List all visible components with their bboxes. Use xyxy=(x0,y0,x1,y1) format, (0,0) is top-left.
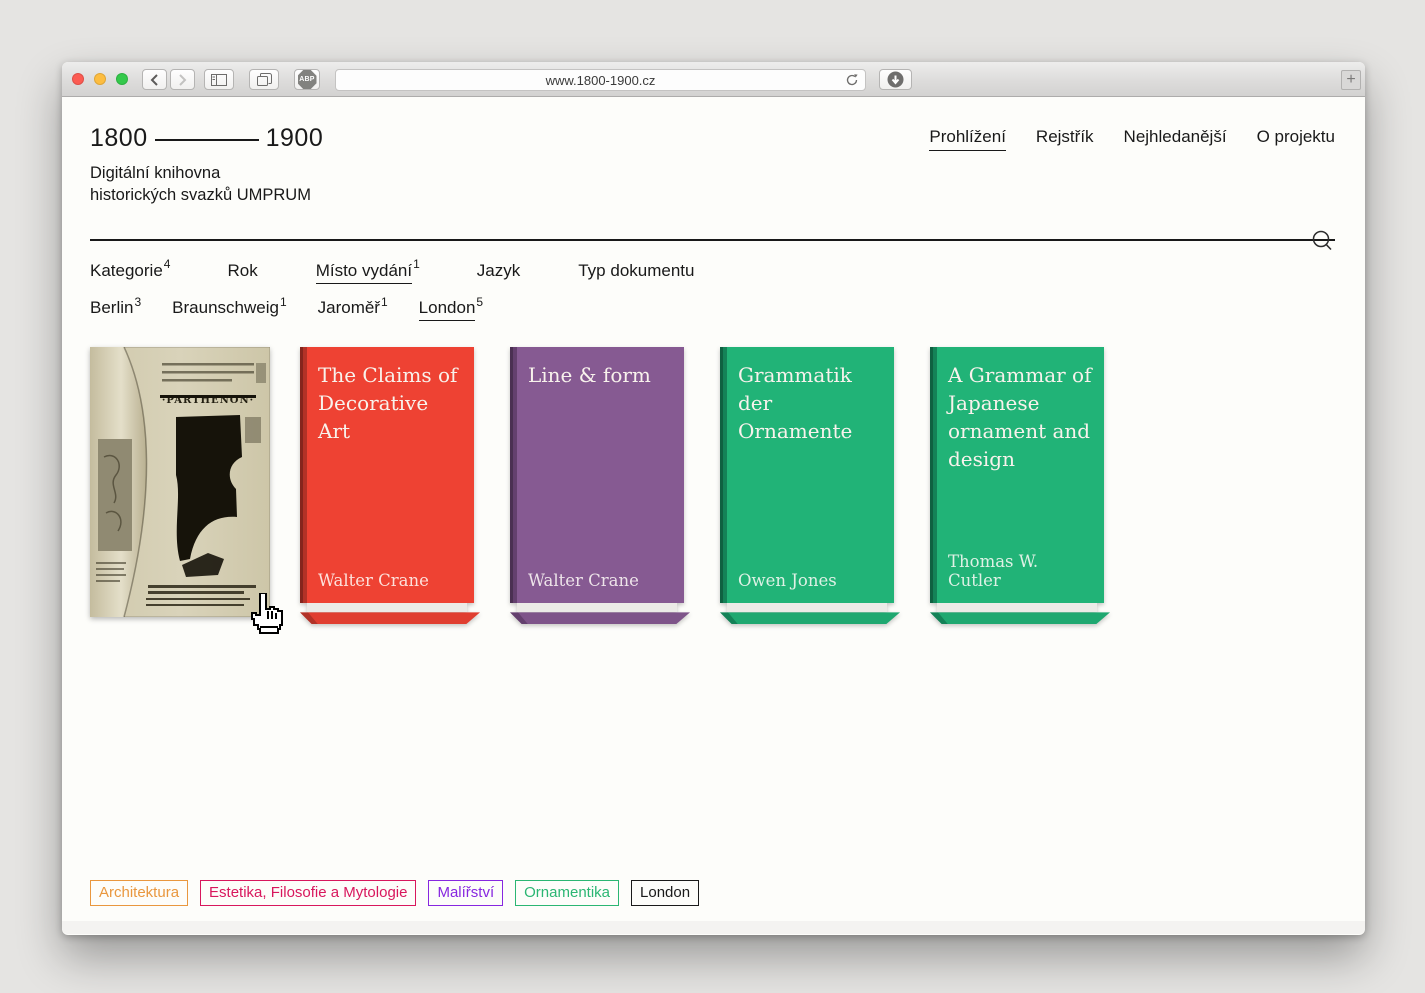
tag-estetika-filosofie-mytologie[interactable]: Estetika, Filosofie a Mytologie xyxy=(200,880,416,906)
sidebar-icon xyxy=(211,74,227,86)
close-window-button[interactable] xyxy=(72,73,84,85)
filter-place-jaromer[interactable]: Jaroměř1 xyxy=(318,296,388,319)
abp-icon: ABP xyxy=(298,70,317,89)
book-title: A Grammar of Japanese ornament and desig… xyxy=(948,361,1092,473)
forward-button[interactable] xyxy=(170,69,195,90)
site-subtitle: Digitální knihovna historických svazků U… xyxy=(90,162,1335,206)
book-pages-edge xyxy=(937,603,1097,612)
filter-bar-primary: Kategorie4 Rok Místo vydání1 Jazyk Typ d… xyxy=(90,258,1335,281)
filter-count: 5 xyxy=(476,295,483,309)
book-author: Walter Crane xyxy=(318,571,464,590)
filter-rok[interactable]: Rok xyxy=(227,258,258,281)
search-button[interactable] xyxy=(1311,229,1335,253)
filter-kategorie[interactable]: Kategorie4 xyxy=(90,258,170,281)
window-footer xyxy=(62,921,1365,934)
filter-bar-secondary: Berlin3 Braunschweig1 Jaroměř1 London5 xyxy=(90,296,1335,319)
book-title: The Claims of Decorative Art xyxy=(318,361,462,445)
book-cover-claims-of-decorative-art[interactable]: The Claims of Decorative Art Walter Cran… xyxy=(300,347,480,624)
tag-ornamentika[interactable]: Ornamentika xyxy=(515,880,619,906)
logo-line xyxy=(155,139,259,141)
results-row: ·PARTHENON· xyxy=(90,347,1335,624)
book-author: Thomas W. Cutler xyxy=(948,552,1094,590)
book-author: Walter Crane xyxy=(528,571,674,590)
book-cover-grammatik-der-ornamente[interactable]: Grammatik der Ornamente Owen Jones xyxy=(720,347,900,624)
filter-jazyk[interactable]: Jazyk xyxy=(477,258,521,281)
forward-chevron-icon xyxy=(178,74,187,86)
browser-window: ABP www.1800-1900.cz + 1800 xyxy=(62,62,1365,935)
zoom-window-button[interactable] xyxy=(116,73,128,85)
subtitle-line-2: historických svazků UMPRUM xyxy=(90,184,1335,206)
hand-cursor-icon xyxy=(246,593,284,635)
book-pages-edge xyxy=(307,603,467,612)
book-bottom-edge xyxy=(930,612,1110,624)
address-bar[interactable]: www.1800-1900.cz xyxy=(335,69,866,91)
book-pages-edge xyxy=(727,603,887,612)
filter-place-berlin[interactable]: Berlin3 xyxy=(90,296,141,319)
browser-toolbar: ABP www.1800-1900.cz + xyxy=(62,62,1365,97)
book-thumbnail-scan[interactable]: ·PARTHENON· xyxy=(90,347,270,617)
book-cover-grammar-of-japanese-ornament[interactable]: A Grammar of Japanese ornament and desig… xyxy=(930,347,1110,624)
nav-item-o-projektu[interactable]: O projektu xyxy=(1257,127,1335,151)
nav-item-nejhledanejsi[interactable]: Nejhledanější xyxy=(1124,127,1227,151)
url-text: www.1800-1900.cz xyxy=(546,73,656,88)
book-bottom-edge xyxy=(300,612,480,624)
book-bottom-edge xyxy=(510,612,690,624)
book-author: Owen Jones xyxy=(738,571,884,590)
minimize-window-button[interactable] xyxy=(94,73,106,85)
subtitle-line-1: Digitální knihovna xyxy=(90,162,1335,184)
filter-count: 1 xyxy=(413,257,420,271)
scanned-page-image: ·PARTHENON· xyxy=(90,347,270,617)
book-title: Grammatik der Ornamente xyxy=(738,361,882,445)
logo-end-year: 1900 xyxy=(266,124,324,153)
tab-overview-icon xyxy=(257,73,272,86)
book-spine xyxy=(720,347,727,603)
reload-button[interactable] xyxy=(845,73,859,90)
book-title: Line & form xyxy=(528,361,672,389)
main-nav: Prohlížení Rejstřík Nejhledanější O proj… xyxy=(929,127,1335,151)
filter-count: 4 xyxy=(164,257,171,271)
filter-place-braunschweig[interactable]: Braunschweig1 xyxy=(172,296,286,319)
reload-icon xyxy=(845,73,859,87)
category-tags-row: Architektura Estetika, Filosofie a Mytol… xyxy=(90,880,699,906)
nav-item-rejstrik[interactable]: Rejstřík xyxy=(1036,127,1094,151)
filter-typ-dokumentu[interactable]: Typ dokumentu xyxy=(578,258,695,281)
adblock-extension-button[interactable]: ABP xyxy=(294,69,320,90)
downloads-button[interactable] xyxy=(879,69,912,90)
filter-count: 3 xyxy=(134,295,141,309)
filter-place-london[interactable]: London5 xyxy=(419,296,483,319)
book-spine xyxy=(510,347,517,603)
book-spine xyxy=(300,347,307,603)
book-cover-line-and-form[interactable]: Line & form Walter Crane xyxy=(510,347,690,624)
book-spine xyxy=(930,347,937,603)
filter-count: 1 xyxy=(280,295,287,309)
back-button[interactable] xyxy=(142,69,167,90)
sidebar-button[interactable] xyxy=(204,69,234,90)
nav-item-prohlizeni[interactable]: Prohlížení xyxy=(929,127,1006,151)
new-tab-button[interactable]: + xyxy=(1341,70,1361,90)
back-chevron-icon xyxy=(150,74,159,86)
tag-london[interactable]: London xyxy=(631,880,699,906)
tag-architektura[interactable]: Architektura xyxy=(90,880,188,906)
search-icon xyxy=(1311,229,1335,253)
filter-count: 1 xyxy=(381,295,388,309)
book-bottom-edge xyxy=(720,612,900,624)
book-pages-edge xyxy=(517,603,677,612)
tag-malirstvi[interactable]: Malířství xyxy=(428,880,503,906)
logo-start-year: 1800 xyxy=(90,124,148,153)
page-content: 1800 1900 Digitální knihovna historickýc… xyxy=(62,97,1365,921)
filter-misto-vydani[interactable]: Místo vydání1 xyxy=(316,258,420,281)
header-divider xyxy=(90,239,1335,241)
download-icon xyxy=(887,71,904,88)
tab-overview-button[interactable] xyxy=(249,69,279,90)
